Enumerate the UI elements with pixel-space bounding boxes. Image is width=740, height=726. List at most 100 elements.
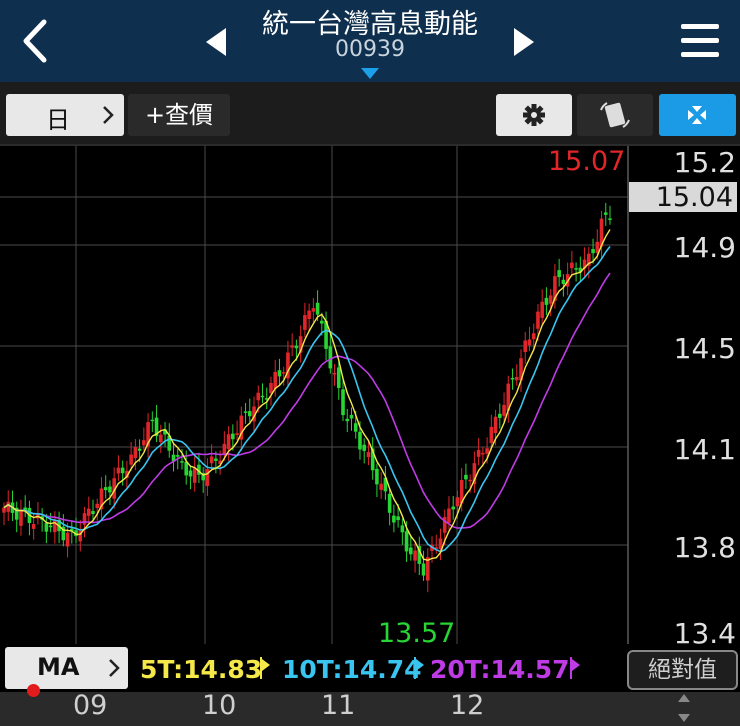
candle-body	[476, 449, 481, 457]
candle-body	[557, 270, 561, 278]
x-axis-bar	[0, 692, 740, 726]
gear-icon	[523, 104, 545, 126]
candle-body	[392, 515, 396, 523]
candle-body	[396, 516, 400, 521]
candle-body	[31, 524, 36, 529]
collapse-arrows-icon	[688, 106, 706, 124]
ma-lines	[3, 229, 611, 562]
candlestick-chart[interactable]: 15.2 14.9 14.5 14.1 13.8 13.4 15.04 15.07 13.57	[0, 146, 740, 644]
code-dropdown-icon[interactable]	[361, 68, 379, 80]
candle-body	[591, 249, 595, 254]
candle-body	[235, 433, 239, 435]
low-price-label: 13.57	[378, 618, 455, 644]
candle-body	[358, 431, 362, 450]
candle-body	[341, 389, 345, 416]
candle-body	[294, 345, 299, 349]
menu-icon[interactable]	[678, 20, 722, 62]
candle-body	[188, 470, 193, 477]
ma-label: MA	[37, 653, 80, 681]
absolute-value-button[interactable]: 絕對值	[627, 650, 738, 690]
candle-body	[510, 378, 515, 380]
candle-body	[86, 508, 91, 516]
candle-body	[447, 508, 451, 523]
fullscreen-button[interactable]	[659, 94, 736, 136]
candle-body	[2, 507, 6, 513]
candle-body	[540, 301, 544, 318]
chevron-right-icon	[103, 106, 114, 124]
ma5-line	[3, 229, 611, 562]
settings-button[interactable]	[496, 94, 572, 136]
indicator-select-button[interactable]: MA	[5, 647, 128, 689]
candle-body	[608, 218, 612, 220]
candle-body	[493, 416, 498, 433]
period-label: 日	[46, 106, 70, 134]
candle-body	[489, 426, 494, 444]
candle-body	[514, 376, 519, 381]
candle-body	[498, 413, 502, 418]
candle-body	[531, 333, 536, 340]
y-tick-label: 14.5	[674, 332, 736, 365]
candle-body	[214, 458, 218, 461]
candle-body	[481, 452, 485, 455]
ma10-value: 10T:14.74	[282, 655, 422, 684]
candle-body	[108, 486, 112, 493]
x-tick-12: 12	[450, 690, 485, 721]
candle-body	[404, 531, 409, 552]
candle-body	[349, 414, 354, 419]
candle-body	[485, 448, 489, 454]
x-tick-09: 09	[73, 690, 108, 721]
candle-body	[95, 503, 100, 509]
scroll-updown-icon[interactable]	[676, 692, 692, 724]
ma10-trend-icon	[414, 657, 424, 679]
candle-body	[464, 474, 468, 480]
candle-body	[375, 468, 379, 485]
candle-body	[400, 525, 405, 533]
candle-body	[247, 411, 252, 417]
scroll-position-dot[interactable]	[27, 684, 40, 697]
candle-body	[231, 433, 235, 440]
ma5-trend-icon	[260, 657, 270, 679]
y-tick-label: 13.8	[674, 531, 736, 564]
candle-body	[387, 493, 392, 513]
chevron-right-icon	[109, 659, 120, 677]
y-tick-label: 13.4	[674, 617, 736, 644]
candle-body	[548, 295, 553, 304]
candle-body	[48, 525, 53, 528]
candle-body	[379, 483, 383, 490]
candle-body	[468, 479, 472, 482]
candle-body	[120, 467, 125, 474]
candle-body	[527, 339, 532, 346]
ma5-value: 5T:14.83	[140, 655, 263, 684]
current-price-label: 15.04	[656, 182, 733, 213]
candle-body	[82, 513, 87, 525]
candle-body	[366, 452, 371, 458]
y-tick-label: 15.2	[674, 146, 736, 179]
x-tick-10: 10	[202, 690, 237, 721]
candle-body	[91, 511, 95, 514]
candle-body	[502, 404, 506, 416]
stock-title: 統一台灣高息動能	[262, 9, 478, 40]
chart-grid	[0, 146, 629, 644]
candle-body	[184, 461, 189, 476]
candle-body	[175, 455, 180, 457]
candle-body	[536, 311, 540, 329]
back-arrow-icon[interactable]	[14, 14, 58, 68]
candle-body	[345, 418, 350, 422]
candle-body	[570, 262, 574, 269]
candle-body	[142, 440, 146, 446]
candle-body	[222, 443, 227, 455]
candle-body	[226, 434, 231, 449]
period-select-button[interactable]: 日	[6, 94, 124, 136]
next-stock-icon[interactable]	[510, 24, 540, 60]
candle-body	[133, 447, 138, 459]
candle-body	[243, 411, 248, 413]
candle-body	[409, 547, 413, 555]
query-price-button[interactable]: +查價	[128, 94, 230, 136]
candle-body	[451, 506, 456, 510]
candle-body	[311, 308, 316, 312]
candle-body	[192, 468, 197, 483]
rotate-button[interactable]	[577, 94, 653, 136]
candle-body	[158, 434, 163, 443]
candle-body	[315, 302, 320, 315]
candle-body	[19, 510, 23, 526]
